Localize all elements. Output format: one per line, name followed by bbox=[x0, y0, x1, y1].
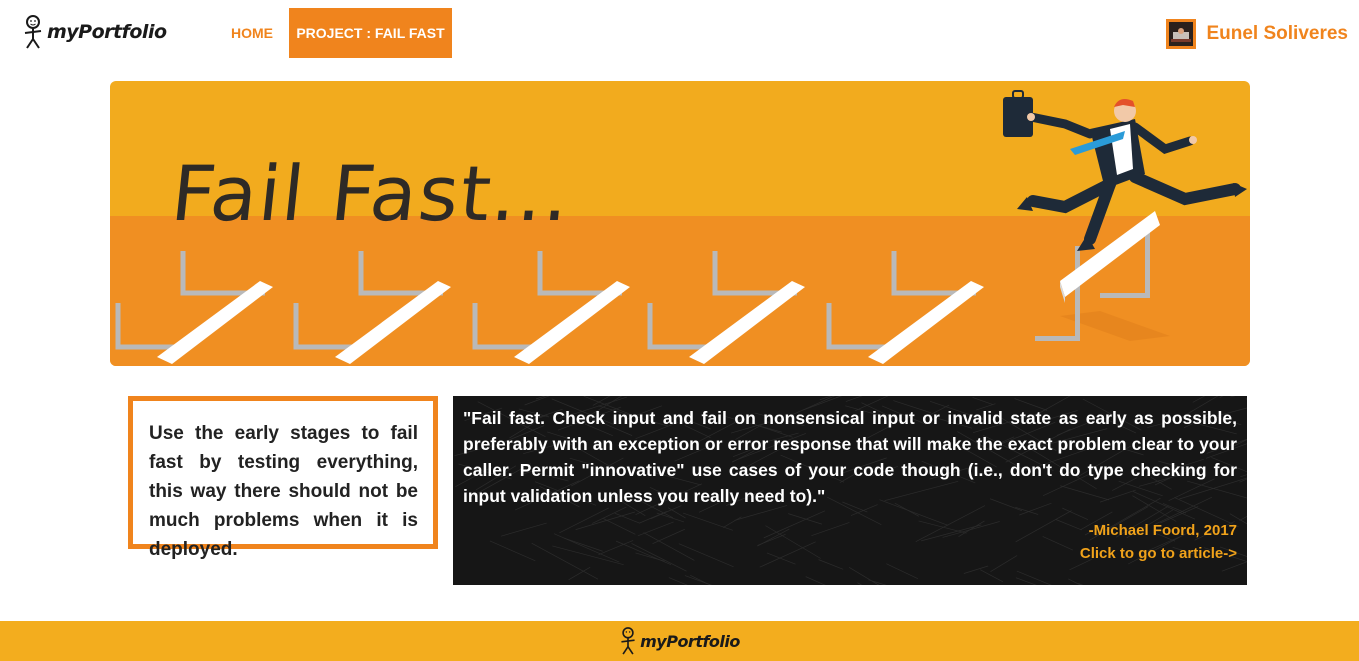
businessman-jumping-illustration bbox=[1003, 90, 1247, 251]
tip-box: Use the early stages to fail fast by tes… bbox=[128, 396, 438, 560]
quote-author: -Michael Foord, 2017 bbox=[1088, 522, 1237, 539]
user-name: Eunel Soliveres bbox=[1206, 23, 1348, 44]
brand-logo[interactable]: myPortfolio bbox=[22, 14, 167, 50]
avatar-photo-icon bbox=[1169, 22, 1194, 46]
brand-name: myPortfolio bbox=[47, 21, 167, 43]
tip-text: Use the early stages to fail fast by tes… bbox=[149, 423, 418, 560]
footer: myPortfolio bbox=[0, 621, 1359, 661]
nav-home-link[interactable]: HOME bbox=[220, 8, 284, 58]
article-link[interactable]: Click to go to article-> bbox=[1080, 545, 1237, 562]
navbar: myPortfolio HOME PROJECT : FAIL FAST Eun… bbox=[0, 0, 1359, 66]
stickman-logo-icon bbox=[621, 627, 635, 655]
nav-project-link[interactable]: PROJECT : FAIL FAST bbox=[289, 8, 452, 58]
hero-title: Fail Fast... bbox=[167, 149, 576, 238]
user-profile[interactable]: Eunel Soliveres bbox=[1166, 18, 1348, 50]
hero-banner: Fail Fast... bbox=[110, 81, 1250, 366]
footer-brand-name: myPortfolio bbox=[640, 631, 740, 651]
quote-card[interactable]: "Fail fast. Check input and fail on nons… bbox=[453, 396, 1247, 585]
quote-text: "Fail fast. Check input and fail on nons… bbox=[463, 408, 1237, 506]
stickman-logo-icon bbox=[24, 15, 42, 49]
avatar bbox=[1166, 19, 1197, 49]
